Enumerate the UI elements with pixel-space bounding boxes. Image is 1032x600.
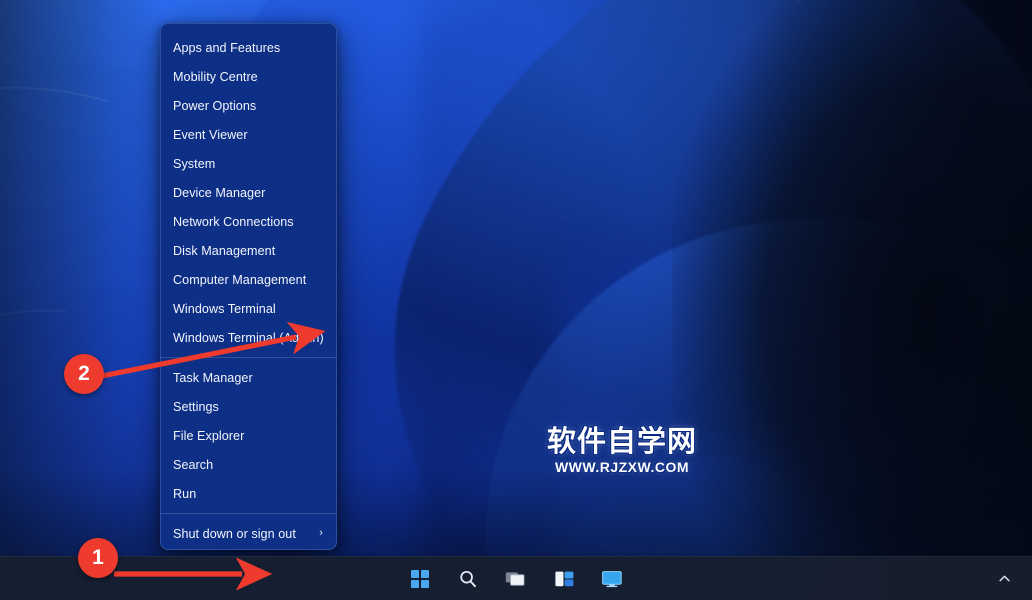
menu-item-label: System bbox=[173, 156, 216, 171]
taskbar bbox=[0, 556, 1032, 600]
menu-item-label: Windows Terminal bbox=[173, 301, 276, 316]
widgets-icon bbox=[554, 571, 573, 586]
menu-item-windows-terminal[interactable]: Windows Terminal bbox=[161, 294, 336, 323]
menu-separator-2 bbox=[161, 513, 336, 514]
menu-item-system[interactable]: System bbox=[161, 149, 336, 178]
menu-item-label: Apps and Features bbox=[173, 40, 281, 55]
menu-separator-1 bbox=[161, 357, 336, 358]
menu-item-device-manager[interactable]: Device Manager bbox=[161, 178, 336, 207]
wallpaper-vignette bbox=[0, 0, 1032, 600]
menu-item-windows-terminal-admin[interactable]: Windows Terminal (Admin) bbox=[161, 323, 336, 352]
system-tray bbox=[990, 556, 1032, 600]
menu-item-task-manager[interactable]: Task Manager bbox=[161, 363, 336, 392]
menu-item-label: Mobility Centre bbox=[173, 69, 258, 84]
desktop-wallpaper[interactable] bbox=[0, 0, 1032, 600]
search-icon bbox=[460, 570, 476, 587]
display-button[interactable] bbox=[595, 562, 629, 596]
task-view-button[interactable] bbox=[499, 562, 533, 596]
show-hidden-icons-button[interactable] bbox=[990, 563, 1018, 593]
chevron-up-icon bbox=[998, 575, 1010, 581]
menu-item-file-explorer[interactable]: File Explorer bbox=[161, 421, 336, 450]
menu-item-label: Computer Management bbox=[173, 272, 307, 287]
menu-item-power-options[interactable]: Power Options bbox=[161, 91, 336, 120]
menu-item-mobility-centre[interactable]: Mobility Centre bbox=[161, 62, 336, 91]
menu-item-event-viewer[interactable]: Event Viewer bbox=[161, 120, 336, 149]
win-x-power-user-menu[interactable]: Apps and Features Mobility Centre Power … bbox=[160, 23, 337, 550]
chevron-right-icon: › bbox=[319, 527, 323, 539]
menu-item-label: Network Connections bbox=[173, 214, 294, 229]
menu-item-label: Event Viewer bbox=[173, 127, 248, 142]
menu-item-settings[interactable]: Settings bbox=[161, 392, 336, 421]
annotation-marker-2: 2 bbox=[64, 354, 104, 394]
menu-item-label: Task Manager bbox=[173, 370, 253, 385]
menu-item-run[interactable]: Run bbox=[161, 479, 336, 508]
task-view-icon bbox=[505, 571, 525, 586]
menu-item-label: Device Manager bbox=[173, 185, 266, 200]
taskbar-center-group bbox=[403, 562, 629, 596]
marker-number: 2 bbox=[78, 362, 90, 385]
menu-item-computer-management[interactable]: Computer Management bbox=[161, 265, 336, 294]
menu-item-apps-and-features[interactable]: Apps and Features bbox=[161, 33, 336, 62]
menu-item-label: Disk Management bbox=[173, 243, 276, 258]
menu-item-network-connections[interactable]: Network Connections bbox=[161, 207, 336, 236]
menu-item-label: Power Options bbox=[173, 98, 257, 113]
annotation-marker-1: 1 bbox=[78, 538, 118, 578]
start-button[interactable] bbox=[403, 562, 437, 596]
menu-item-label: Settings bbox=[173, 399, 219, 414]
marker-number: 1 bbox=[92, 546, 104, 569]
search-button[interactable] bbox=[451, 562, 485, 596]
menu-item-label: File Explorer bbox=[173, 428, 245, 443]
menu-item-search[interactable]: Search bbox=[161, 450, 336, 479]
menu-item-label: Windows Terminal (Admin) bbox=[173, 330, 324, 345]
windows-start-icon bbox=[411, 569, 429, 588]
menu-item-label: Search bbox=[173, 457, 214, 472]
monitor-icon bbox=[602, 570, 622, 587]
menu-item-shut-down-or-sign-out[interactable]: Shut down or sign out › bbox=[161, 519, 336, 548]
menu-item-disk-management[interactable]: Disk Management bbox=[161, 236, 336, 265]
widgets-button[interactable] bbox=[547, 562, 581, 596]
menu-item-label: Shut down or sign out bbox=[173, 526, 296, 541]
menu-item-label: Run bbox=[173, 486, 197, 501]
menu-item-desktop[interactable]: Desktop bbox=[161, 548, 336, 549]
